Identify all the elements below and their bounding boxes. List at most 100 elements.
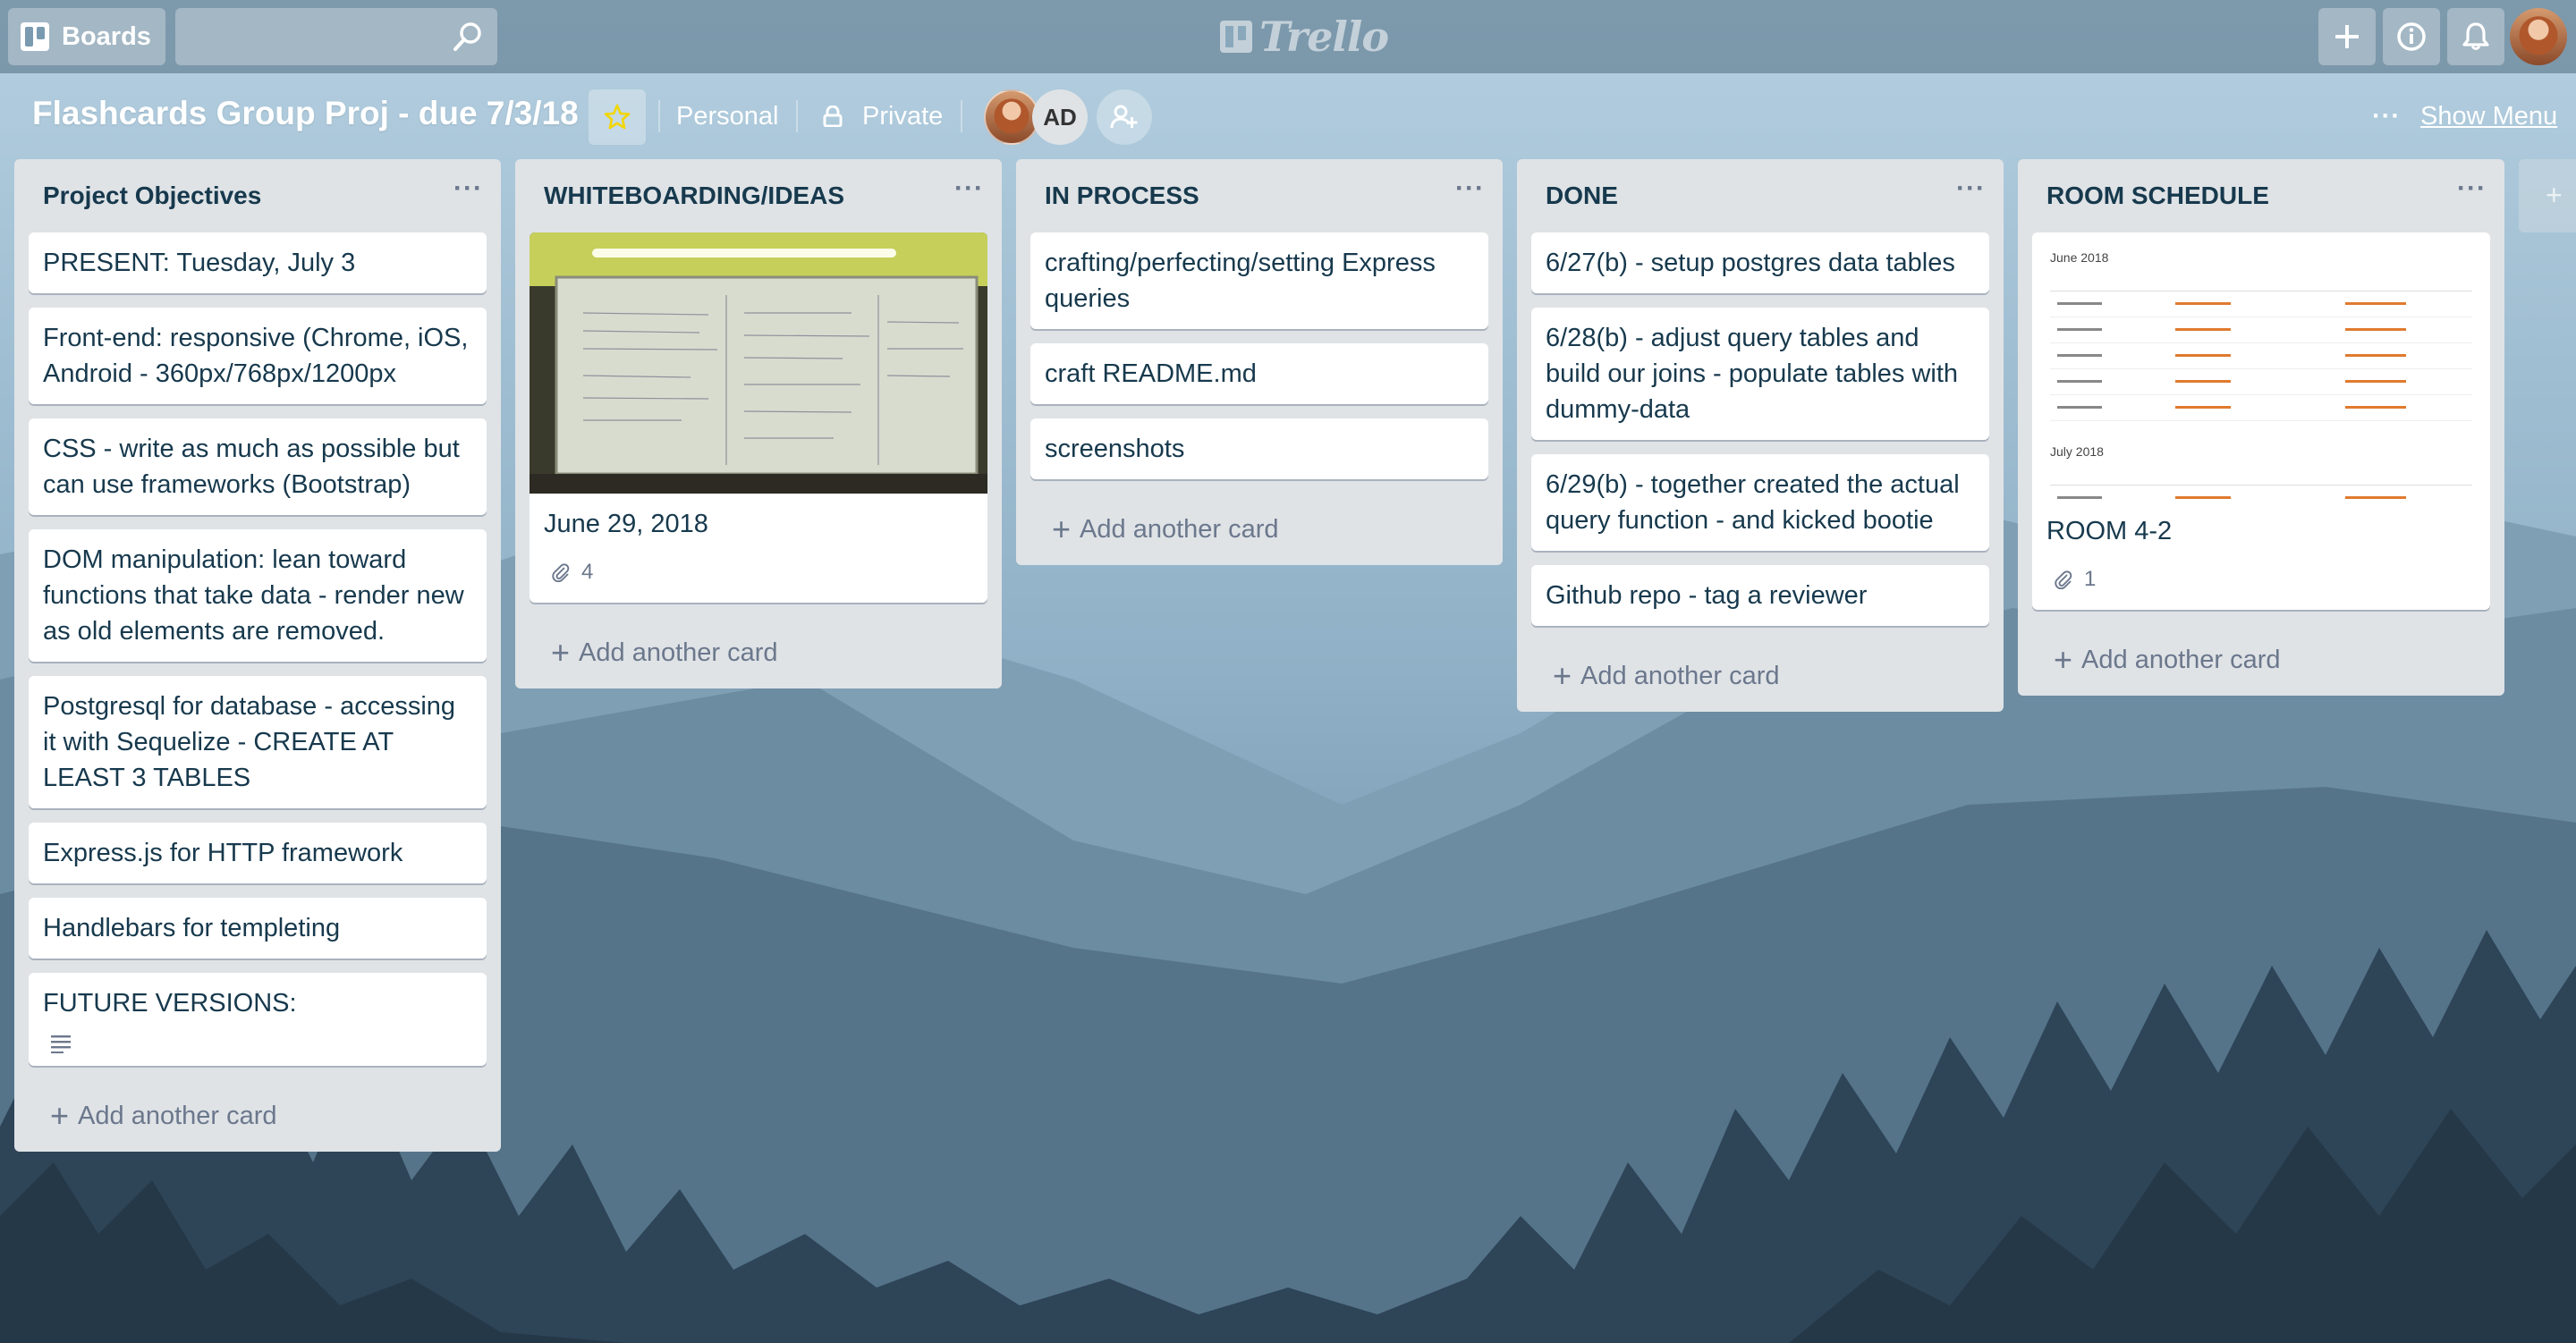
add-card-label: Add another card (78, 1101, 277, 1130)
list-menu-icon[interactable]: ··· (2457, 173, 2487, 204)
list-whiteboarding-ideas: WHITEBOARDING/IDEAS ··· June 29, 2018 4 … (515, 159, 1002, 688)
card[interactable]: DOM manipulation: lean toward functions … (29, 529, 487, 662)
plus-icon: + (1553, 657, 1572, 694)
trello-logo-icon (1220, 21, 1252, 53)
attachment-count: 1 (2084, 567, 2097, 591)
add-card-button[interactable]: + Add another card (515, 617, 1002, 688)
list-menu-icon[interactable]: ··· (453, 173, 483, 204)
plus-icon: + (551, 634, 571, 671)
list-header: WHITEBOARDING/IDEAS ··· (515, 159, 1002, 232)
plus-icon: + (2546, 179, 2563, 211)
list-title[interactable]: IN PROCESS (1045, 182, 1199, 210)
plus-icon: + (1052, 511, 1072, 547)
card[interactable]: Handlebars for templeting (29, 898, 487, 959)
header-divider (796, 100, 798, 132)
info-button[interactable] (2383, 8, 2440, 65)
add-list-button[interactable]: + (2519, 159, 2576, 232)
top-navigation-bar: Boards Trello (0, 0, 2576, 73)
list-done: DONE ··· 6/27(b) - setup postgres data t… (1517, 159, 2004, 712)
card-title: ROOM 4-2 (2046, 517, 2173, 545)
card[interactable]: CSS - write as much as possible but can … (29, 418, 487, 515)
search-icon[interactable] (453, 21, 483, 52)
card[interactable]: Postgresql for database - accessing it w… (29, 676, 487, 808)
add-card-button[interactable]: + Add another card (1016, 494, 1503, 565)
card-title: FUTURE VERSIONS: (43, 989, 297, 1018)
card[interactable]: 6/28(b) - adjust query tables and build … (1531, 308, 1989, 440)
info-icon (2397, 22, 2426, 51)
list-header: DONE ··· (1517, 159, 2004, 232)
add-card-label: Add another card (2081, 645, 2281, 674)
list-menu-icon[interactable]: ··· (1956, 173, 1986, 204)
card[interactable]: June 29, 2018 4 (530, 232, 987, 603)
plus-icon: + (50, 1097, 70, 1134)
show-menu-button[interactable]: ··· Show Menu (2372, 100, 2557, 132)
list-menu-icon[interactable]: ··· (1455, 173, 1485, 204)
card[interactable]: 6/27(b) - setup postgres data tables (1531, 232, 1989, 293)
schedule-document-cover: June 2018 July 2018 (2032, 232, 2490, 501)
list-header: IN PROCESS ··· (1016, 159, 1503, 232)
list-title[interactable]: DONE (1546, 182, 1618, 210)
list-in-process: IN PROCESS ··· crafting/perfecting/setti… (1016, 159, 1503, 565)
boards-label: Boards (62, 21, 151, 51)
description-badge (43, 1034, 472, 1053)
header-divider (658, 100, 660, 132)
paperclip-icon (552, 563, 570, 582)
plus-icon: + (2054, 641, 2073, 678)
card[interactable]: crafting/perfecting/setting Express quer… (1030, 232, 1488, 329)
card[interactable]: screenshots (1030, 418, 1488, 479)
bell-icon (2462, 22, 2489, 50)
add-card-button[interactable]: + Add another card (14, 1080, 501, 1152)
list-title[interactable]: Project Objectives (43, 182, 261, 210)
notifications-button[interactable] (2447, 8, 2504, 65)
paperclip-icon (2055, 570, 2072, 589)
member-avatar-ad[interactable]: AD (1032, 89, 1088, 145)
description-icon (51, 1035, 71, 1053)
whiteboard-photo-cover (530, 232, 987, 494)
schedule-section-heading: July 2018 (2050, 444, 2104, 459)
list-title[interactable]: ROOM SCHEDULE (2046, 182, 2269, 210)
plus-icon (2335, 25, 2359, 48)
boards-button[interactable]: Boards (8, 8, 165, 65)
card[interactable]: Express.js for HTTP framework (29, 823, 487, 883)
show-menu-label: Show Menu (2419, 102, 2558, 131)
add-card-label: Add another card (579, 638, 778, 667)
more-dots-icon: ··· (2372, 102, 2401, 131)
add-card-label: Add another card (1080, 514, 1279, 544)
card[interactable]: FUTURE VERSIONS: (29, 973, 487, 1066)
attachment-count: 4 (581, 560, 594, 584)
trello-logo-text: Trello (1259, 13, 1389, 61)
attachment-badge: 4 (544, 554, 973, 590)
star-icon (604, 104, 631, 130)
invite-member-button[interactable] (1097, 89, 1152, 145)
list-title[interactable]: WHITEBOARDING/IDEAS (544, 182, 844, 210)
card[interactable]: June 2018 July 2018 ROOM 4-2 1 (2032, 232, 2490, 610)
member-avatar-photo[interactable] (984, 89, 1039, 145)
attachment-badge: 1 (2046, 562, 2476, 597)
list-room-schedule: ROOM SCHEDULE ··· June 2018 July 2018 ROO… (2018, 159, 2504, 696)
boards-icon (21, 22, 49, 51)
star-board-button[interactable] (589, 89, 646, 145)
card[interactable]: PRESENT: Tuesday, July 3 (29, 232, 487, 293)
schedule-section-heading: June 2018 (2050, 250, 2109, 265)
visibility-button[interactable]: Private (862, 100, 943, 132)
team-button[interactable]: Personal (676, 100, 778, 132)
card[interactable]: 6/29(b) - together created the actual qu… (1531, 454, 1989, 551)
card[interactable]: Github repo - tag a reviewer (1531, 565, 1989, 626)
list-menu-icon[interactable]: ··· (954, 173, 984, 204)
add-person-icon (1110, 105, 1138, 129)
add-card-button[interactable]: + Add another card (2018, 624, 2504, 696)
schedule-row (2050, 486, 2472, 501)
search-input[interactable] (175, 8, 497, 65)
list-header: ROOM SCHEDULE ··· (2018, 159, 2504, 232)
add-card-button[interactable]: + Add another card (1517, 640, 2004, 712)
create-button[interactable] (2318, 8, 2376, 65)
trello-logo[interactable]: Trello (1220, 13, 1389, 61)
card[interactable]: craft README.md (1030, 343, 1488, 404)
card[interactable]: Front-end: responsive (Chrome, iOS, Andr… (29, 308, 487, 404)
lock-icon (823, 106, 843, 127)
header-divider (961, 100, 962, 132)
card-title: June 29, 2018 (544, 510, 708, 538)
list-project-objectives: Project Objectives ··· PRESENT: Tuesday,… (14, 159, 501, 1152)
board-title[interactable]: Flashcards Group Proj - due 7/3/18 (32, 95, 579, 132)
user-avatar[interactable] (2510, 8, 2567, 65)
